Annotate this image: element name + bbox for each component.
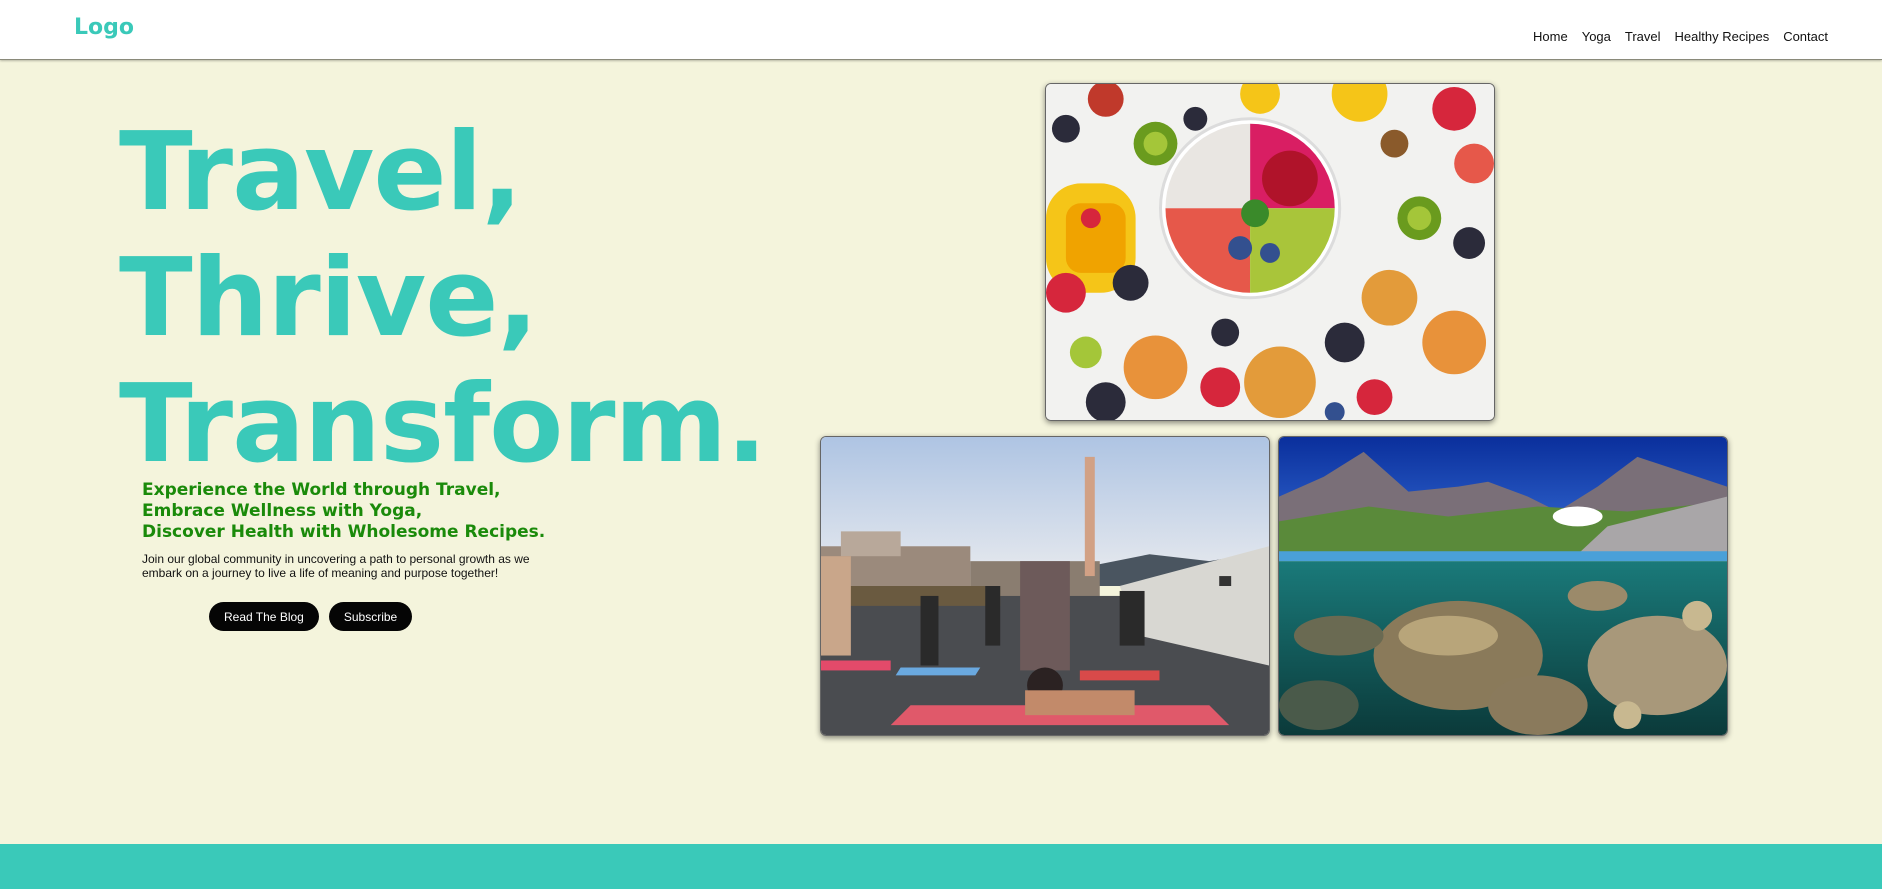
hero-description: Join our global community in uncovering …	[142, 552, 530, 580]
hero-line-thrive: Thrive,	[119, 236, 539, 361]
cta-buttons: Read The Blog Subscribe	[209, 602, 413, 631]
tagline: Experience the World through Travel, Emb…	[142, 480, 545, 543]
footer-bar	[0, 844, 1882, 889]
hero-line-travel: Travel,	[119, 110, 523, 235]
nav-link-travel[interactable]: Travel	[1625, 29, 1661, 44]
read-blog-button[interactable]: Read The Blog	[209, 602, 319, 631]
tagline-line-recipes: Discover Health with Wholesome Recipes.	[142, 522, 546, 542]
food-bowl-image	[1045, 83, 1495, 421]
hero-headline: Travel, Thrive, Transform.	[119, 110, 767, 488]
navbar: Logo Home Yoga Travel Healthy Recipes Co…	[0, 0, 1882, 60]
nav-link-healthy-recipes[interactable]: Healthy Recipes	[1675, 29, 1770, 44]
logo[interactable]: Logo	[74, 15, 134, 40]
nav-link-yoga[interactable]: Yoga	[1582, 29, 1611, 44]
tagline-line-travel: Experience the World through Travel,	[142, 480, 501, 500]
tagline-line-yoga: Embrace Wellness with Yoga,	[142, 501, 423, 521]
mountain-lake-image	[1278, 436, 1728, 736]
subscribe-button[interactable]: Subscribe	[328, 602, 413, 631]
nav-link-contact[interactable]: Contact	[1783, 29, 1828, 44]
nav-links: Home Yoga Travel Healthy Recipes Contact	[1533, 29, 1828, 44]
yoga-class-image	[820, 436, 1270, 736]
nav-link-home[interactable]: Home	[1533, 29, 1568, 44]
hero-line-transform: Transform.	[119, 362, 767, 487]
